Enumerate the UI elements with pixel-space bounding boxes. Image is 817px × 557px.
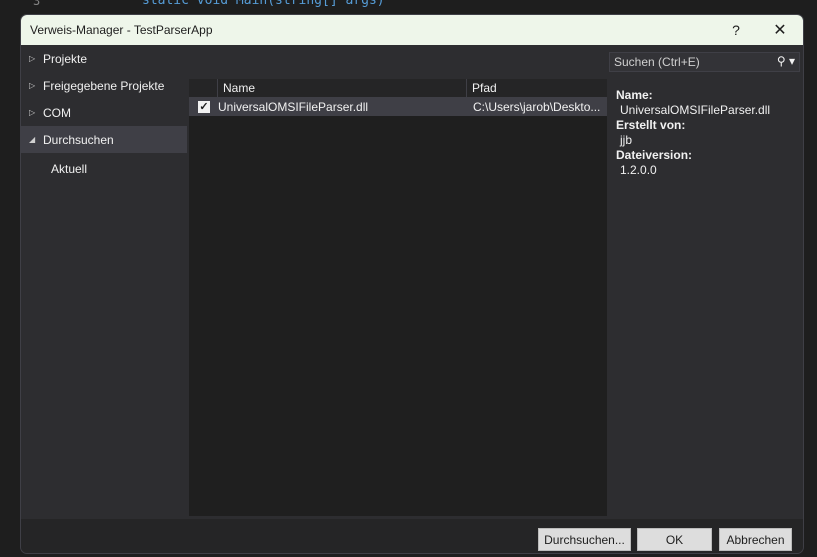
version-value: 1.2.0.0: [620, 163, 657, 177]
cancel-button[interactable]: Abbrechen: [719, 528, 792, 551]
table-row[interactable]: ✓ UniversalOMSIFileParser.dll C:\Users\j…: [189, 98, 607, 116]
row-name: UniversalOMSIFileParser.dll: [218, 100, 369, 114]
nav-item-durchsuchen[interactable]: ◢ Durchsuchen: [21, 126, 187, 153]
browse-button[interactable]: Durchsuchen...: [538, 528, 631, 551]
nav-item-projekte[interactable]: ▷ Projekte: [21, 45, 187, 72]
nav-label: Durchsuchen: [43, 132, 114, 147]
reference-grid: Name Pfad ✓ UniversalOMSIFileParser.dll …: [189, 79, 607, 516]
author-label: Erstellt von:: [616, 118, 686, 132]
nav-label: Projekte: [43, 51, 88, 66]
nav-item-com[interactable]: ▷ COM: [21, 99, 187, 126]
details-panel: Name: UniversalOMSIFileParser.dll Erstel…: [616, 88, 770, 178]
ok-button[interactable]: OK: [637, 528, 712, 551]
checkbox-column-header: [189, 79, 218, 97]
nav-label: Aktuell: [51, 162, 88, 176]
expand-arrow-icon: ▷: [29, 108, 36, 117]
line-number: 3: [33, 0, 41, 8]
search-placeholder: Suchen (Ctrl+E): [614, 55, 700, 69]
dialog-footer: Durchsuchen... OK Abbrechen: [21, 519, 803, 553]
name-label: Name:: [616, 88, 653, 102]
row-path: C:\Users\jarob\Deskto...: [473, 100, 601, 114]
nav-label: Freigegebene Projekte: [43, 78, 165, 93]
author-value: jjb: [620, 133, 633, 147]
version-label: Dateiversion:: [616, 148, 693, 162]
expand-arrow-icon: ▷: [29, 81, 36, 90]
category-nav: ▷ Projekte ▷ Freigegebene Projekte ▷ COM ◢ D…: [21, 45, 187, 185]
column-header-name[interactable]: Name: [218, 79, 467, 97]
name-value: UniversalOMSIFileParser.dll: [620, 103, 771, 117]
expand-arrow-icon: ▷: [29, 54, 36, 63]
close-button[interactable]: ✕: [762, 15, 798, 45]
help-button[interactable]: ?: [718, 15, 754, 45]
background-code: static void Main(string[] args): [142, 0, 385, 8]
grid-header: Name Pfad: [189, 79, 607, 98]
nav-item-aktuell[interactable]: Aktuell: [21, 153, 187, 185]
search-icon[interactable]: ⚲ ▾: [777, 54, 795, 68]
nav-label: COM: [43, 105, 71, 120]
include-checkbox[interactable]: ✓: [198, 101, 210, 113]
search-input[interactable]: Suchen (Ctrl+E) ⚲ ▾: [609, 52, 800, 72]
title-bar: Verweis-Manager - TestParserApp ? ✕: [21, 15, 803, 45]
column-header-path[interactable]: Pfad: [467, 79, 607, 97]
reference-manager-dialog: Verweis-Manager - TestParserApp ? ✕ ▷ Pro…: [20, 14, 804, 554]
dialog-title: Verweis-Manager - TestParserApp: [30, 23, 213, 37]
collapse-arrow-icon: ◢: [29, 135, 36, 144]
nav-item-shared-projects[interactable]: ▷ Freigegebene Projekte: [21, 72, 187, 99]
